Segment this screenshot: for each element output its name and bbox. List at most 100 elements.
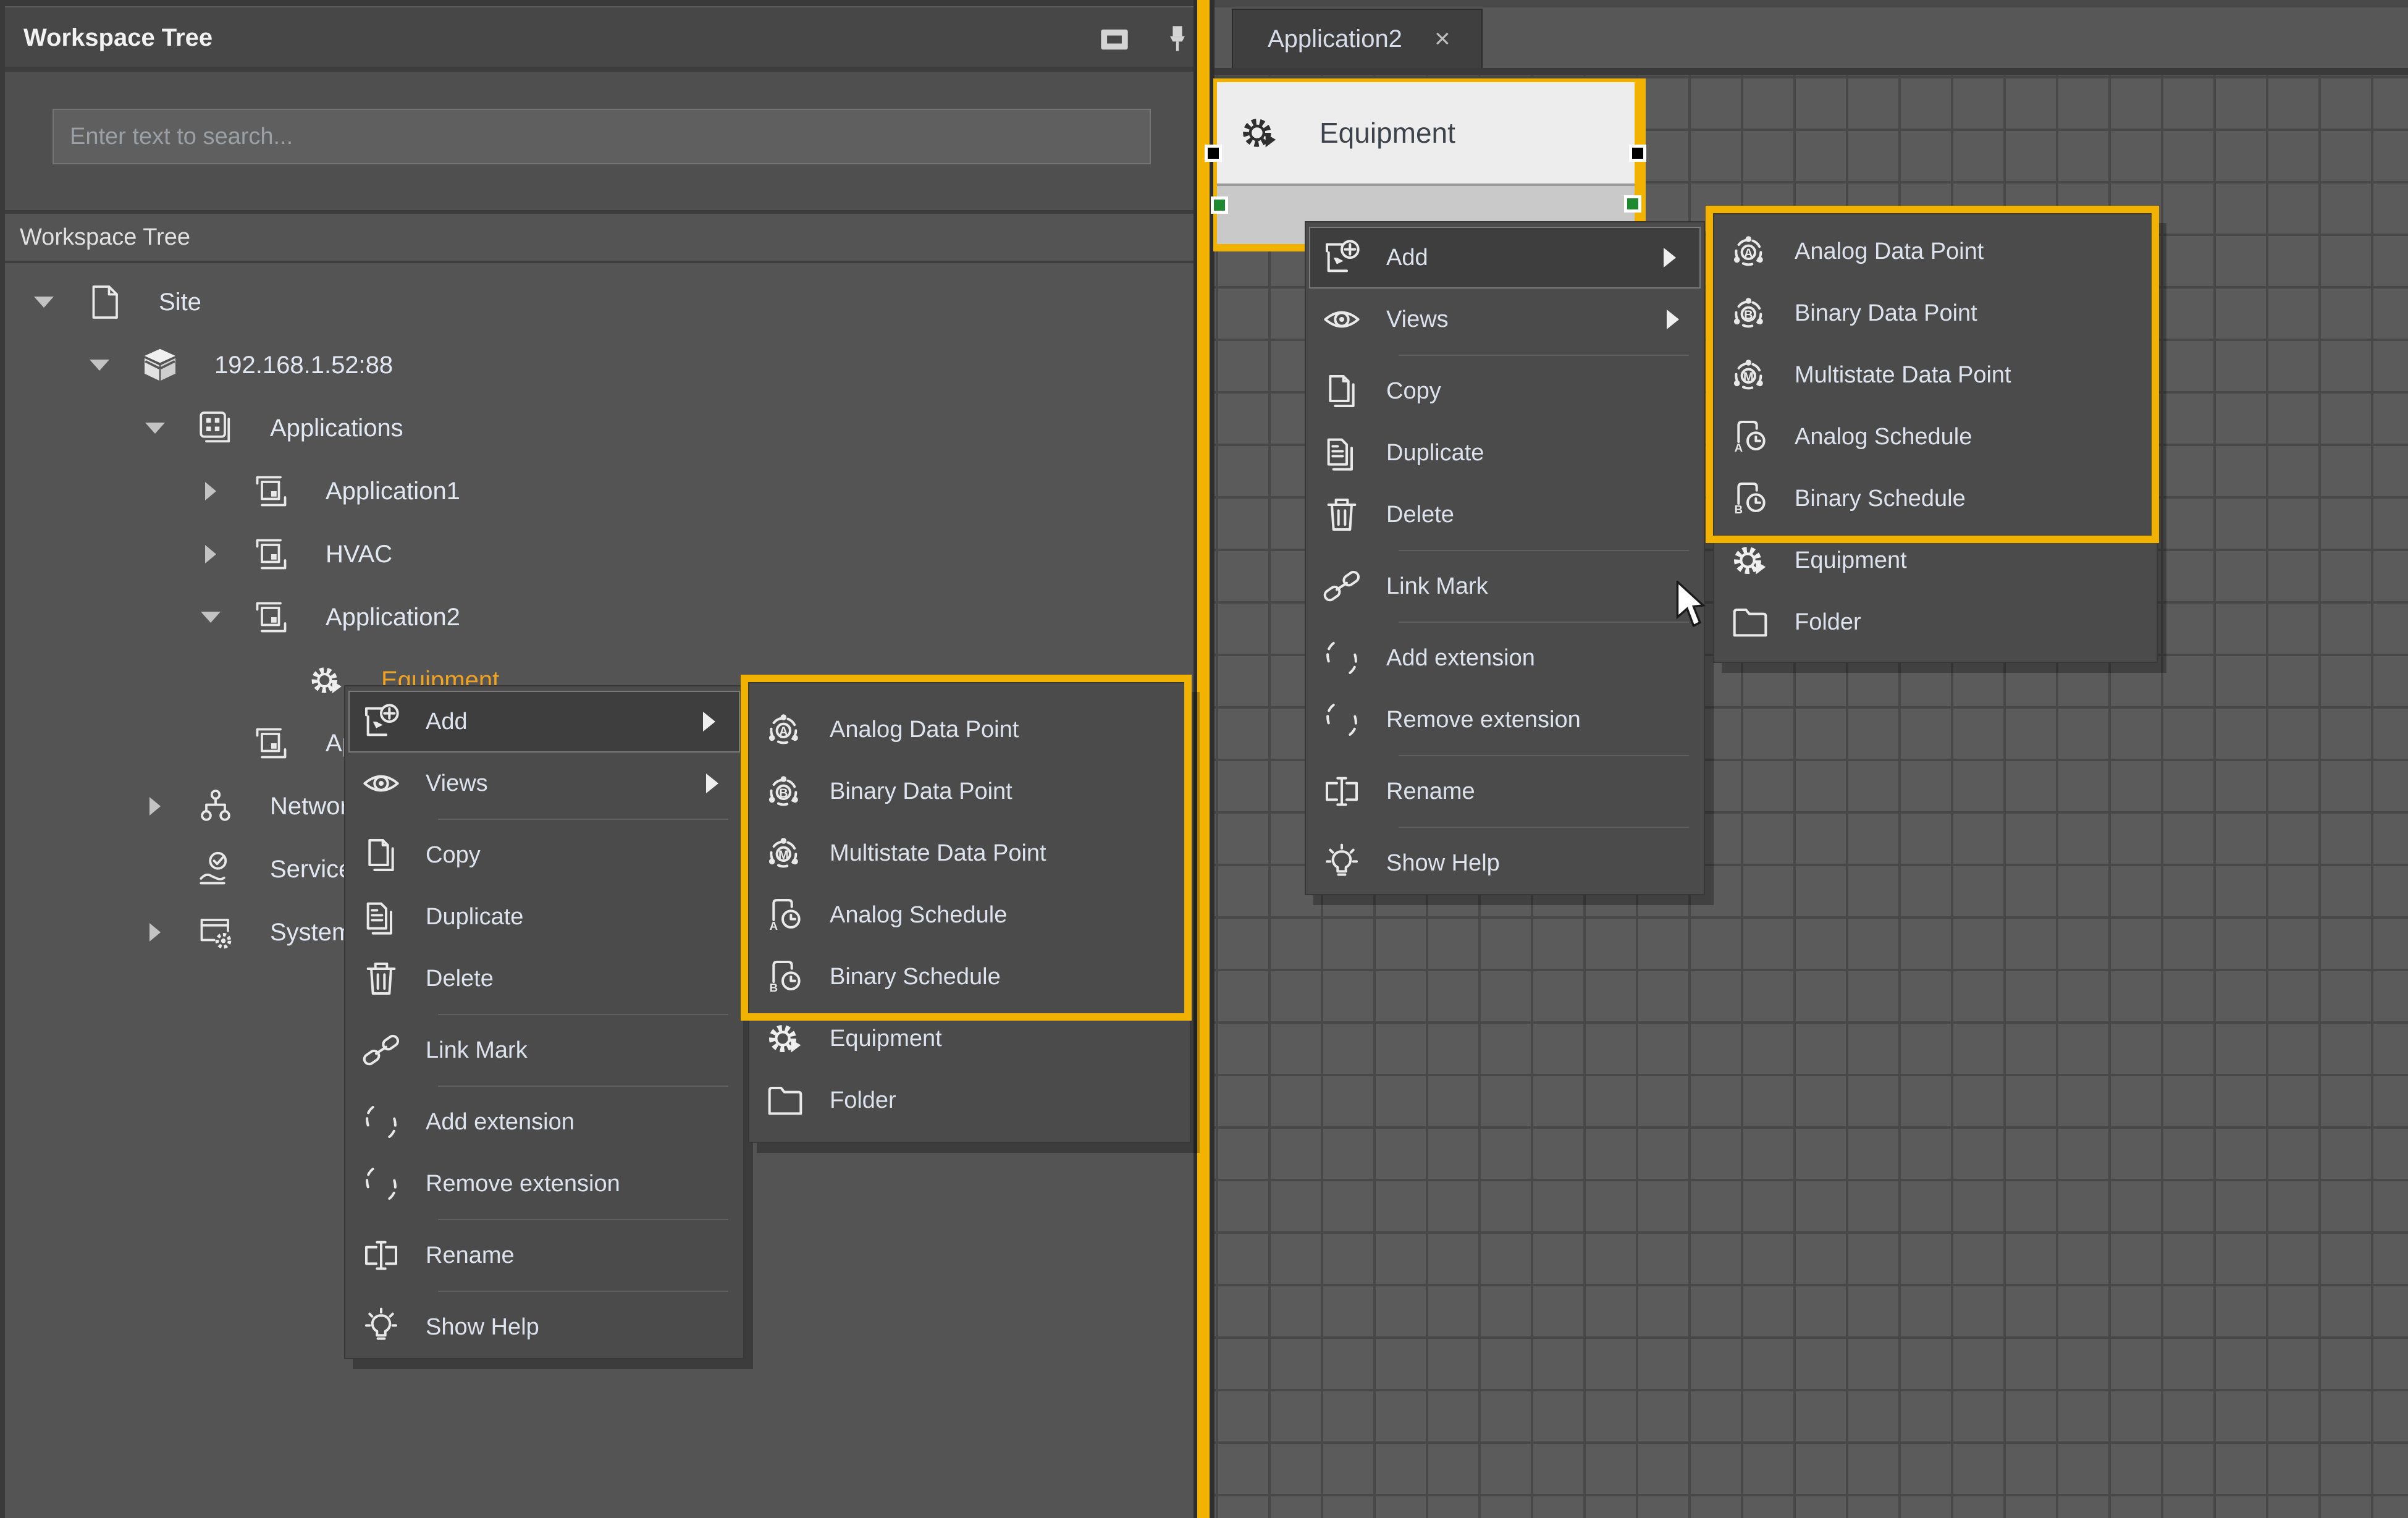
svg-text:M: M <box>1743 370 1754 384</box>
tab-close-icon[interactable]: × <box>1434 25 1450 53</box>
search-input[interactable] <box>54 110 1150 163</box>
submenu-item-multistate-data-point[interactable]: MMultistate Data Point <box>749 822 1190 884</box>
menu-item-add-extension[interactable]: Add extension <box>1306 627 1704 689</box>
menu-item-duplicate[interactable]: Duplicate <box>345 886 743 948</box>
submenu-item-analog-data-point[interactable]: AAnalog Data Point <box>1714 221 2157 282</box>
application-icon <box>253 536 290 573</box>
submenu-item-multistate-data-point[interactable]: M Multistate Data Point <box>1714 344 2157 406</box>
menu-item-label: Copy <box>1386 378 1441 405</box>
chevron-down-icon <box>34 297 54 308</box>
chevron-right-icon <box>149 923 161 942</box>
anchor-handle-bottom-left[interactable] <box>1211 196 1228 214</box>
submenu-item-label: Folder <box>1795 609 1861 636</box>
extension-icon <box>361 1164 401 1204</box>
tree-item-site[interactable]: Site <box>5 271 1193 334</box>
menu-item-label: Remove extension <box>1386 707 1581 733</box>
resize-handle-left[interactable] <box>1205 145 1222 162</box>
submenu-arrow-icon <box>703 712 715 732</box>
submenu-item-analog-schedule[interactable]: AAnalog Schedule <box>749 884 1190 946</box>
menu-separator <box>1306 617 1704 627</box>
menu-item-show-help[interactable]: Show Help <box>1306 832 1704 894</box>
menu-item-label: Add <box>426 709 468 735</box>
resize-handle-right[interactable] <box>1629 145 1646 162</box>
menu-item-show-help[interactable]: Show Help <box>345 1296 743 1358</box>
tree-item-label: HVAC <box>326 541 392 568</box>
submenu-item-equipment[interactable]: Equipment <box>749 1008 1190 1069</box>
menu-item-remove-extension[interactable]: Remove extension <box>1306 689 1704 751</box>
menu-item-add[interactable]: Add <box>348 691 740 753</box>
expander-icon[interactable] <box>144 417 166 439</box>
chevron-down-icon <box>145 423 165 434</box>
binary-data-point-icon: B <box>1730 293 1770 333</box>
menu-item-copy[interactable]: Copy <box>345 824 743 886</box>
menu-item-views[interactable]: Views <box>1306 289 1704 350</box>
submenu-item-folder[interactable]: Folder <box>749 1069 1190 1131</box>
svg-text:M: M <box>778 848 789 862</box>
expander-icon[interactable] <box>200 480 222 502</box>
expander-icon[interactable] <box>200 606 222 628</box>
submenu-item-binary-schedule[interactable]: BBinary Schedule <box>1714 468 2157 529</box>
tree-item-applications[interactable]: Applications <box>5 397 1193 460</box>
panel-title: Workspace Tree <box>23 7 213 68</box>
folder-icon <box>765 1081 805 1120</box>
pin-icon[interactable] <box>1161 23 1193 56</box>
splitter-highlight-bar <box>1197 0 1210 1518</box>
submenu-item-label: Multistate Data Point <box>1795 362 2011 389</box>
menu-item-remove-extension[interactable]: Remove extension <box>345 1153 743 1215</box>
menu-item-add-extension[interactable]: Add extension <box>345 1091 743 1153</box>
expander-icon[interactable] <box>200 543 222 565</box>
menu-item-link-mark[interactable]: Link Mark <box>345 1019 743 1081</box>
menu-item-label: Views <box>426 770 488 797</box>
menu-item-add[interactable]: Add <box>1309 227 1701 289</box>
menu-item-label: Rename <box>1386 778 1475 805</box>
search-band <box>5 72 1193 214</box>
delete-trash-icon <box>1322 495 1362 534</box>
expander-icon[interactable] <box>33 291 55 313</box>
menu-separator <box>345 1010 743 1019</box>
submenu-item-binary-data-point[interactable]: BBinary Data Point <box>1714 282 2157 344</box>
expander-icon[interactable] <box>88 354 111 376</box>
submenu-item-label: Equipment <box>830 1026 942 1052</box>
submenu-item-binary-schedule[interactable]: BBinary Schedule <box>749 946 1190 1008</box>
anchor-handle-bottom-right[interactable] <box>1624 195 1641 213</box>
tab-application2[interactable]: Application2 × <box>1232 9 1483 68</box>
chevron-right-icon <box>205 545 216 563</box>
expander-placeholder <box>144 858 166 880</box>
add-submenu-tree: AAnalog Data PointBBinary Data PointMMul… <box>748 682 1191 1143</box>
menu-item-label: Copy <box>426 842 481 869</box>
menu-item-label: Show Help <box>426 1314 539 1341</box>
binary-schedule-icon: B <box>1730 479 1770 518</box>
tab-label: Application2 <box>1268 25 1402 53</box>
menu-item-copy[interactable]: Copy <box>1306 360 1704 422</box>
tree-item-hvac[interactable]: HVAC <box>5 523 1193 586</box>
tree-item-label: 192.168.1.52:88 <box>214 352 393 379</box>
menu-item-label: Show Help <box>1386 850 1500 877</box>
menu-item-views[interactable]: Views <box>345 753 743 814</box>
panel-splitter[interactable] <box>1193 0 1215 1518</box>
submenu-item-label: Analog Schedule <box>830 902 1007 929</box>
menu-item-rename[interactable]: Rename <box>1306 761 1704 822</box>
submenu-item-label: Binary Schedule <box>830 964 1001 990</box>
menu-item-delete[interactable]: Delete <box>345 948 743 1010</box>
analog-data-point-icon: A <box>765 710 805 749</box>
copy-icon <box>1322 371 1362 411</box>
submenu-item-analog-schedule[interactable]: AAnalog Schedule <box>1714 406 2157 468</box>
submenu-item-folder[interactable]: Folder <box>1714 591 2157 653</box>
submenu-item-analog-data-point[interactable]: AAnalog Data Point <box>749 699 1190 761</box>
menu-item-link-mark[interactable]: Link Mark <box>1306 555 1704 617</box>
submenu-item-binary-data-point[interactable]: BBinary Data Point <box>749 761 1190 822</box>
menu-item-label: Add <box>1386 245 1428 271</box>
expander-icon[interactable] <box>144 795 166 817</box>
applications-icon <box>197 410 234 447</box>
tree-item-application2[interactable]: Application2 <box>5 586 1193 649</box>
submenu-item-equipment[interactable]: Equipment <box>1714 529 2157 591</box>
menu-item-rename[interactable]: Rename <box>345 1225 743 1286</box>
menu-item-delete[interactable]: Delete <box>1306 484 1704 546</box>
restore-icon[interactable] <box>1098 23 1130 56</box>
site-document-icon <box>86 284 123 321</box>
menu-item-duplicate[interactable]: Duplicate <box>1306 422 1704 484</box>
expander-icon[interactable] <box>144 921 166 943</box>
tree-item-application1[interactable]: Application1 <box>5 460 1193 523</box>
duplicate-icon <box>1322 433 1362 473</box>
tree-item-192-168-1-52-88[interactable]: 192.168.1.52:88 <box>5 334 1193 397</box>
